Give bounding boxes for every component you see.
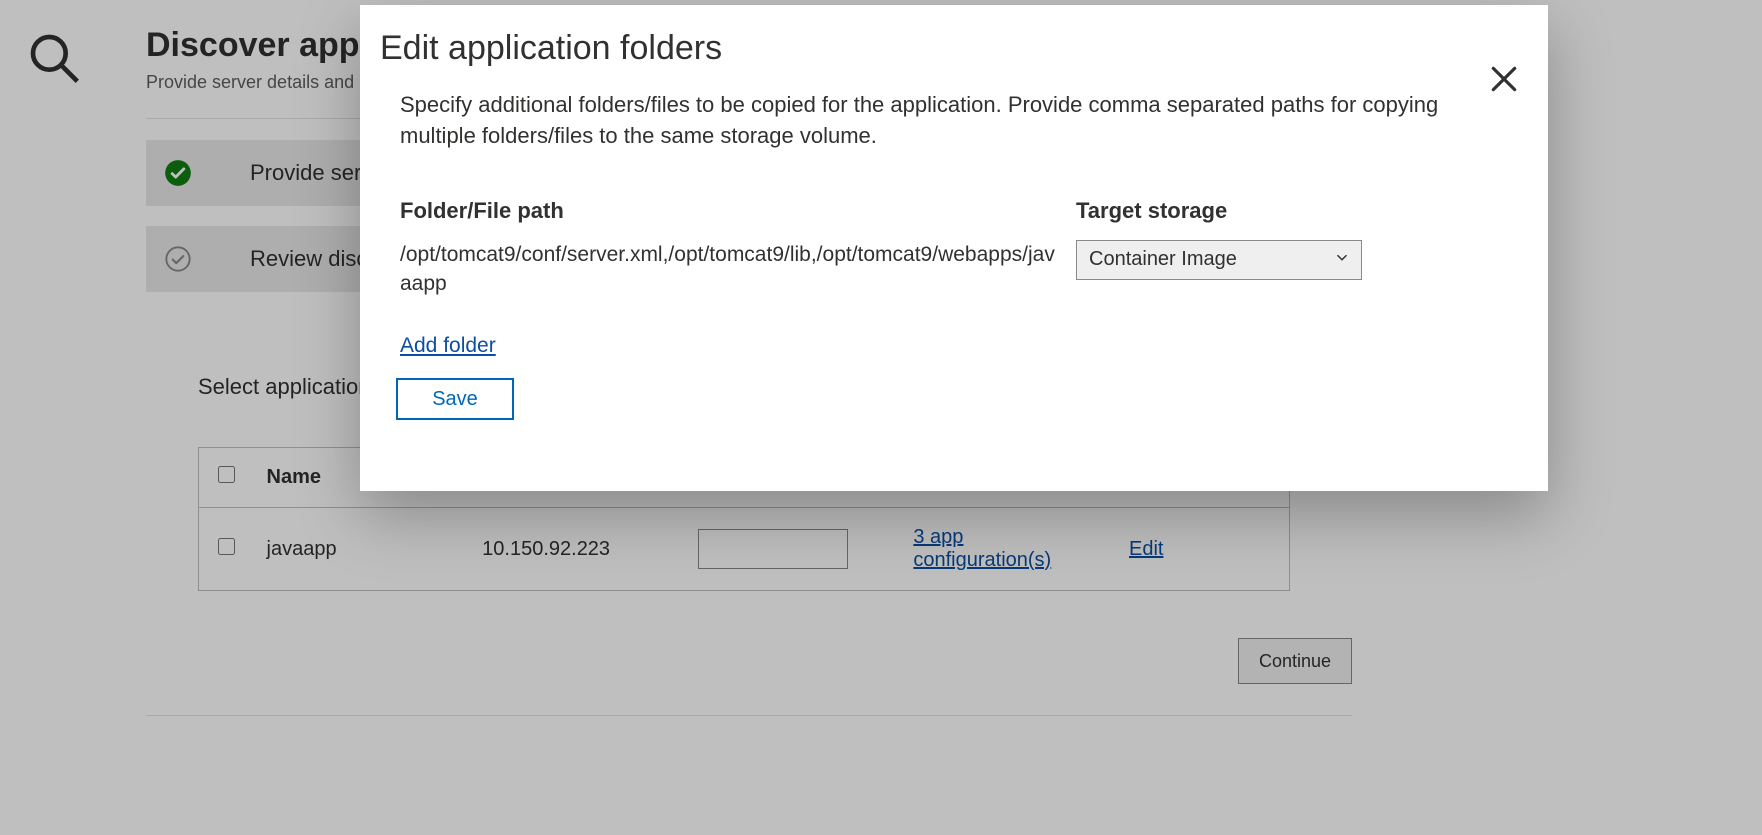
close-icon [1488,63,1520,100]
folder-path-value: /opt/tomcat9/conf/server.xml,/opt/tomcat… [400,240,1056,299]
target-storage-label: Target storage [1076,198,1436,224]
modal-title: Edit application folders [380,29,1508,68]
close-button[interactable] [1484,61,1524,101]
modal-description: Specify additional folders/files to be c… [400,90,1460,152]
add-folder-link[interactable]: Add folder [400,334,496,358]
chevron-down-icon [1333,248,1351,271]
edit-application-folders-modal: Edit application folders Specify additio… [360,5,1548,491]
save-button[interactable]: Save [396,378,514,420]
target-storage-select[interactable]: Container Image [1076,240,1362,280]
target-storage-value: Container Image [1089,248,1237,271]
folder-path-label: Folder/File path [400,198,1076,224]
